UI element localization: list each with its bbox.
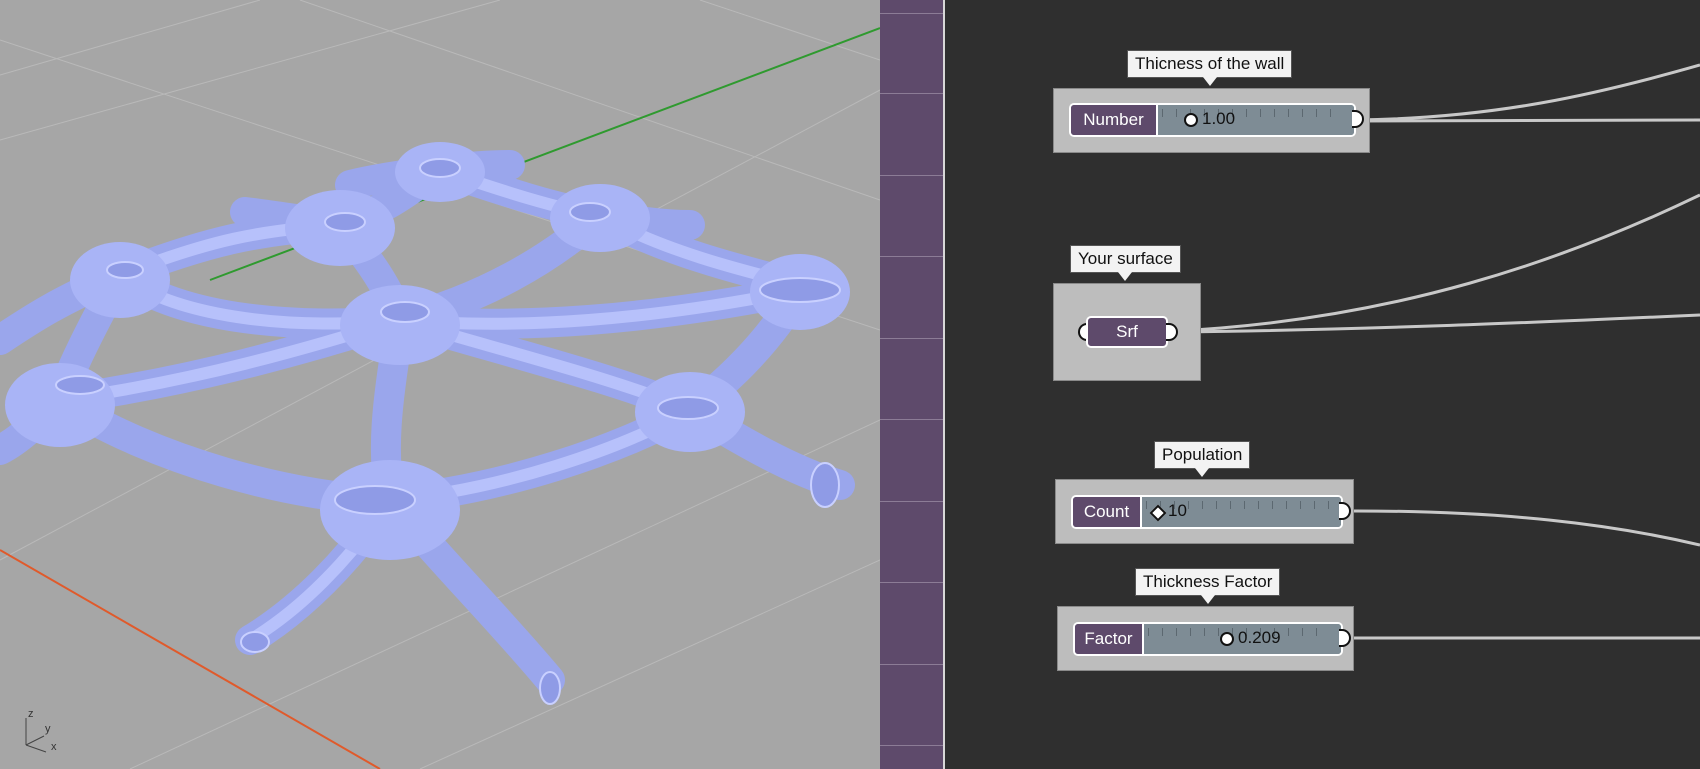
- slider-value: 10: [1168, 501, 1187, 520]
- lattice-mesh: [0, 142, 855, 705]
- grasshopper-canvas[interactable]: Thicness of the wall Number 1.00 Your su…: [945, 0, 1700, 769]
- output-grip[interactable]: [1339, 629, 1351, 647]
- wire-srf-1: [1174, 193, 1700, 333]
- viewport-scene: z y x: [0, 0, 880, 769]
- number-slider[interactable]: Number 1.00: [1069, 103, 1356, 137]
- factor-slider-component[interactable]: Factor 0.209: [1057, 606, 1354, 671]
- count-slider[interactable]: Count 10: [1071, 495, 1343, 529]
- tooltip-wall-thickness: Thicness of the wall: [1127, 50, 1293, 86]
- slider-label-count: Count: [1073, 497, 1142, 527]
- slider-label-number: Number: [1071, 105, 1158, 135]
- wire-count: [1340, 509, 1700, 547]
- output-grip[interactable]: [1352, 110, 1364, 128]
- slider-label-factor: Factor: [1075, 624, 1144, 654]
- tooltip-thickness-factor: Thickness Factor: [1135, 568, 1281, 604]
- tooltip-population: Population: [1154, 441, 1251, 477]
- slider-knob[interactable]: [1220, 632, 1234, 646]
- axis-label-x: x: [51, 741, 57, 753]
- sidebar-panel: [880, 0, 943, 769]
- slider-track[interactable]: 0.209: [1144, 624, 1341, 654]
- wire-number-1: [1356, 63, 1700, 122]
- number-slider-component[interactable]: Number 1.00: [1053, 88, 1370, 153]
- slider-track[interactable]: 10: [1142, 497, 1341, 527]
- tooltip-surface: Your surface: [1070, 245, 1181, 281]
- count-slider-component[interactable]: Count 10: [1055, 479, 1354, 544]
- axis-label-y: y: [45, 723, 51, 735]
- output-grip[interactable]: [1339, 502, 1351, 520]
- slider-value: 0.209: [1238, 628, 1281, 647]
- axis-label-z: z: [28, 708, 34, 720]
- srf-param-label: Srf: [1086, 316, 1168, 348]
- output-grip[interactable]: [1166, 323, 1178, 341]
- slider-knob[interactable]: [1184, 113, 1198, 127]
- surface-param-component[interactable]: Srf: [1053, 283, 1201, 381]
- slider-value: 1.00: [1202, 109, 1236, 128]
- wire-number-2: [1356, 118, 1700, 123]
- axes-gizmo: [25, 718, 47, 753]
- slider-track[interactable]: 1.00: [1158, 105, 1354, 135]
- rhino-viewport[interactable]: z y x: [0, 0, 880, 769]
- factor-slider[interactable]: Factor 0.209: [1073, 622, 1343, 656]
